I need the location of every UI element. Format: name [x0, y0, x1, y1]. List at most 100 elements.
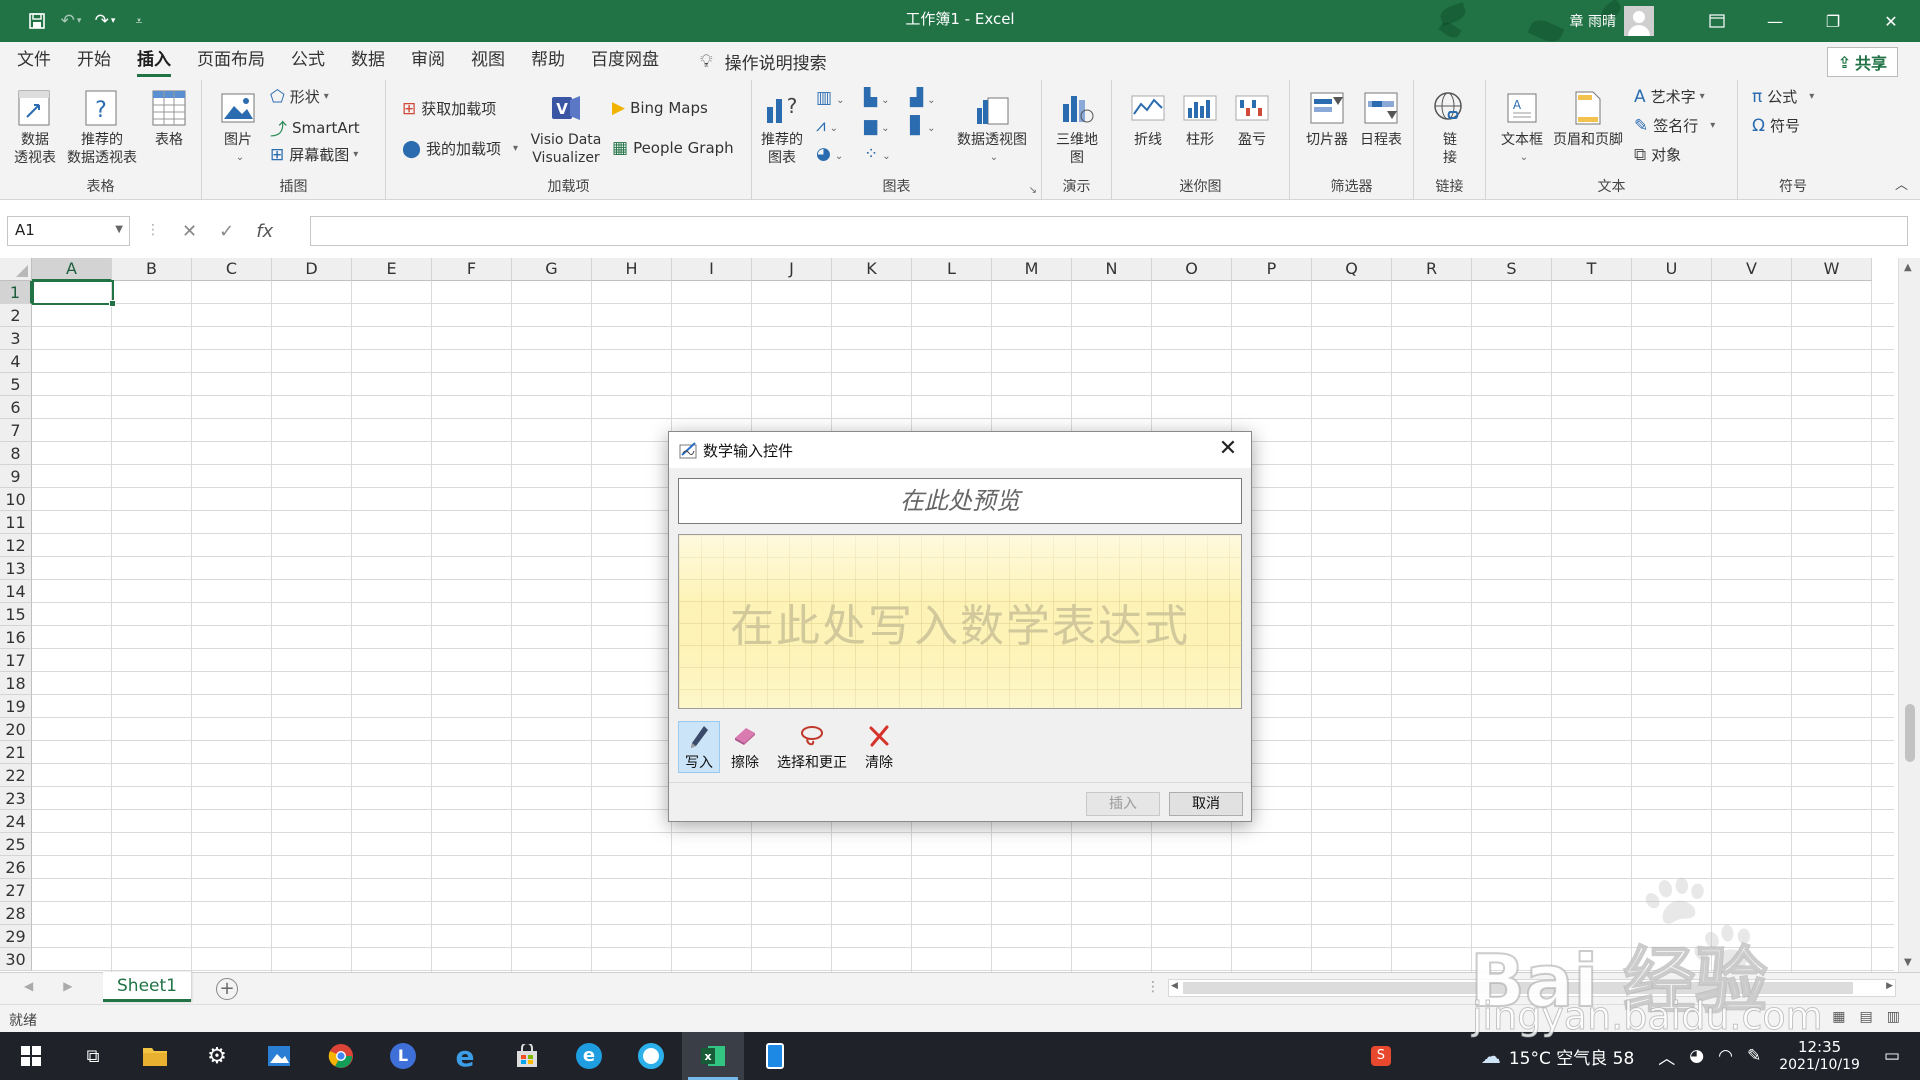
windows-start-icon[interactable]: [0, 1032, 62, 1080]
tell-me-search[interactable]: 💡︎ 操作说明搜索: [700, 49, 827, 74]
column-header[interactable]: M: [992, 258, 1072, 281]
column-header[interactable]: P: [1232, 258, 1312, 281]
column-header[interactable]: C: [192, 258, 272, 281]
recommended-charts-button[interactable]: ? 推荐的 图表: [758, 88, 806, 167]
normal-view-icon[interactable]: ▦: [1832, 1009, 1845, 1025]
tab-view[interactable]: 视图: [458, 42, 518, 80]
smartart-button[interactable]: ⤴ SmartArt: [270, 115, 360, 141]
scroll-right-icon[interactable]: ▶: [1886, 981, 1893, 991]
clock[interactable]: 12:35 2021/10/19: [1779, 1038, 1860, 1074]
row-header[interactable]: 3: [0, 327, 32, 350]
tray-expand-icon[interactable]: ︿: [1658, 1044, 1675, 1069]
chrome-icon[interactable]: [310, 1032, 372, 1080]
scroll-down-icon[interactable]: ▼: [1904, 957, 1912, 968]
row-header[interactable]: 13: [0, 557, 32, 580]
scroll-left-icon[interactable]: ◀: [1171, 981, 1178, 991]
slicer-button[interactable]: 切片器: [1302, 88, 1352, 149]
select-all-corner[interactable]: [0, 258, 32, 281]
splitter-icon[interactable]: ⋮: [1146, 979, 1160, 995]
hierarchy-chart-icon[interactable]: ▙ ⌄: [864, 88, 889, 108]
row-header[interactable]: 25: [0, 833, 32, 856]
tab-review[interactable]: 审阅: [398, 42, 458, 80]
textbox-button[interactable]: A 文本框 ⌄: [1498, 88, 1546, 167]
pivottable-button[interactable]: 数据 透视表: [8, 88, 62, 167]
row-header[interactable]: 24: [0, 810, 32, 833]
close-window-icon[interactable]: ✕: [1862, 0, 1920, 42]
active-cell[interactable]: [32, 280, 116, 307]
next-sheet-icon[interactable]: ▶: [63, 979, 72, 993]
people-graph-button[interactable]: ▦ People Graph: [612, 138, 734, 158]
column-header[interactable]: F: [432, 258, 512, 281]
clear-tool-button[interactable]: 清除: [858, 721, 900, 773]
column-header[interactable]: J: [752, 258, 832, 281]
qq-tray-icon[interactable]: ◕: [1689, 1046, 1704, 1066]
waterfall-chart-icon[interactable]: ▟ ⌄: [910, 88, 935, 108]
sparkline-winloss-button[interactable]: 盈亏: [1232, 88, 1272, 149]
row-header[interactable]: 11: [0, 511, 32, 534]
redo-icon[interactable]: ↷ ▾: [90, 6, 120, 36]
column-header[interactable]: H: [592, 258, 672, 281]
minimize-icon[interactable]: —: [1746, 0, 1804, 42]
tab-baidu-netdisk[interactable]: 百度网盘: [578, 42, 672, 80]
add-sheet-icon[interactable]: +: [216, 978, 238, 1000]
row-header[interactable]: 5: [0, 373, 32, 396]
row-header[interactable]: 28: [0, 902, 32, 925]
recommended-pivottables-button[interactable]: ? 推荐的 数据透视表: [64, 88, 140, 167]
ribbon-display-options-icon[interactable]: [1688, 0, 1746, 42]
network-icon[interactable]: ◠: [1718, 1046, 1733, 1066]
row-header[interactable]: 20: [0, 718, 32, 741]
get-addins-button[interactable]: ⊞ 获取加载项: [402, 98, 496, 119]
visio-data-visualizer-button[interactable]: V Visio Data Visualizer: [528, 88, 604, 167]
save-icon[interactable]: [22, 6, 52, 36]
column-header[interactable]: I: [672, 258, 752, 281]
name-box[interactable]: A1 ▼: [7, 216, 130, 246]
sparkline-column-button[interactable]: 柱形: [1180, 88, 1220, 149]
bing-maps-button[interactable]: ▶ Bing Maps: [612, 98, 708, 118]
column-header[interactable]: A: [32, 258, 112, 281]
column-header[interactable]: G: [512, 258, 592, 281]
tab-file[interactable]: 文件: [4, 42, 64, 80]
row-header[interactable]: 21: [0, 741, 32, 764]
confirm-entry-icon[interactable]: ✓: [219, 221, 234, 242]
close-icon[interactable]: ✕: [1215, 437, 1241, 463]
page-break-view-icon[interactable]: ▥: [1887, 1009, 1900, 1025]
column-header[interactable]: D: [272, 258, 352, 281]
tab-insert[interactable]: 插入: [124, 42, 184, 80]
column-header[interactable]: K: [832, 258, 912, 281]
signature-line-button[interactable]: ✎ 签名行 ▾: [1634, 115, 1715, 136]
task-view-icon[interactable]: ⧉: [62, 1032, 124, 1080]
insert-function-icon[interactable]: fx: [256, 221, 273, 242]
column-header[interactable]: B: [112, 258, 192, 281]
row-header[interactable]: 18: [0, 672, 32, 695]
statistic-chart-icon[interactable]: ▆ ⌄: [864, 116, 889, 136]
tab-data[interactable]: 数据: [338, 42, 398, 80]
column-header[interactable]: O: [1152, 258, 1232, 281]
l-app-icon[interactable]: L: [372, 1032, 434, 1080]
row-header[interactable]: 2: [0, 304, 32, 327]
column-header[interactable]: Q: [1312, 258, 1392, 281]
screenshot-button[interactable]: ⊞ 屏幕截图 ▾: [270, 144, 358, 165]
cancel-button[interactable]: 取消: [1169, 792, 1243, 816]
scatter-chart-icon[interactable]: ⁘ ⌄: [864, 144, 891, 164]
column-header[interactable]: L: [912, 258, 992, 281]
share-button[interactable]: ⇪ 共享: [1826, 47, 1898, 77]
tab-help[interactable]: 帮助: [518, 42, 578, 80]
row-header[interactable]: 6: [0, 396, 32, 419]
row-header[interactable]: 9: [0, 465, 32, 488]
insert-button[interactable]: 插入: [1086, 792, 1160, 816]
undo-icon[interactable]: ↶ ▾: [56, 6, 86, 36]
column-header[interactable]: U: [1632, 258, 1712, 281]
tab-page-layout[interactable]: 页面布局: [184, 42, 278, 80]
excel-taskbar-icon[interactable]: x: [682, 1032, 744, 1080]
select-correct-tool-button[interactable]: 选择和更正: [770, 721, 854, 773]
pivotchart-button[interactable]: 数据透视图 ⌄: [950, 88, 1034, 167]
row-header[interactable]: 27: [0, 879, 32, 902]
row-header[interactable]: 10: [0, 488, 32, 511]
column-header[interactable]: T: [1552, 258, 1632, 281]
avatar[interactable]: [1624, 6, 1654, 36]
shapes-button[interactable]: ⬠ 形状 ▾: [270, 86, 329, 107]
link-button[interactable]: 链 接: [1428, 88, 1472, 167]
cloud-weather-icon[interactable]: ☁: [1481, 1044, 1501, 1068]
tablet-app-icon[interactable]: [744, 1032, 806, 1080]
cancel-entry-icon[interactable]: ✕: [182, 221, 197, 242]
